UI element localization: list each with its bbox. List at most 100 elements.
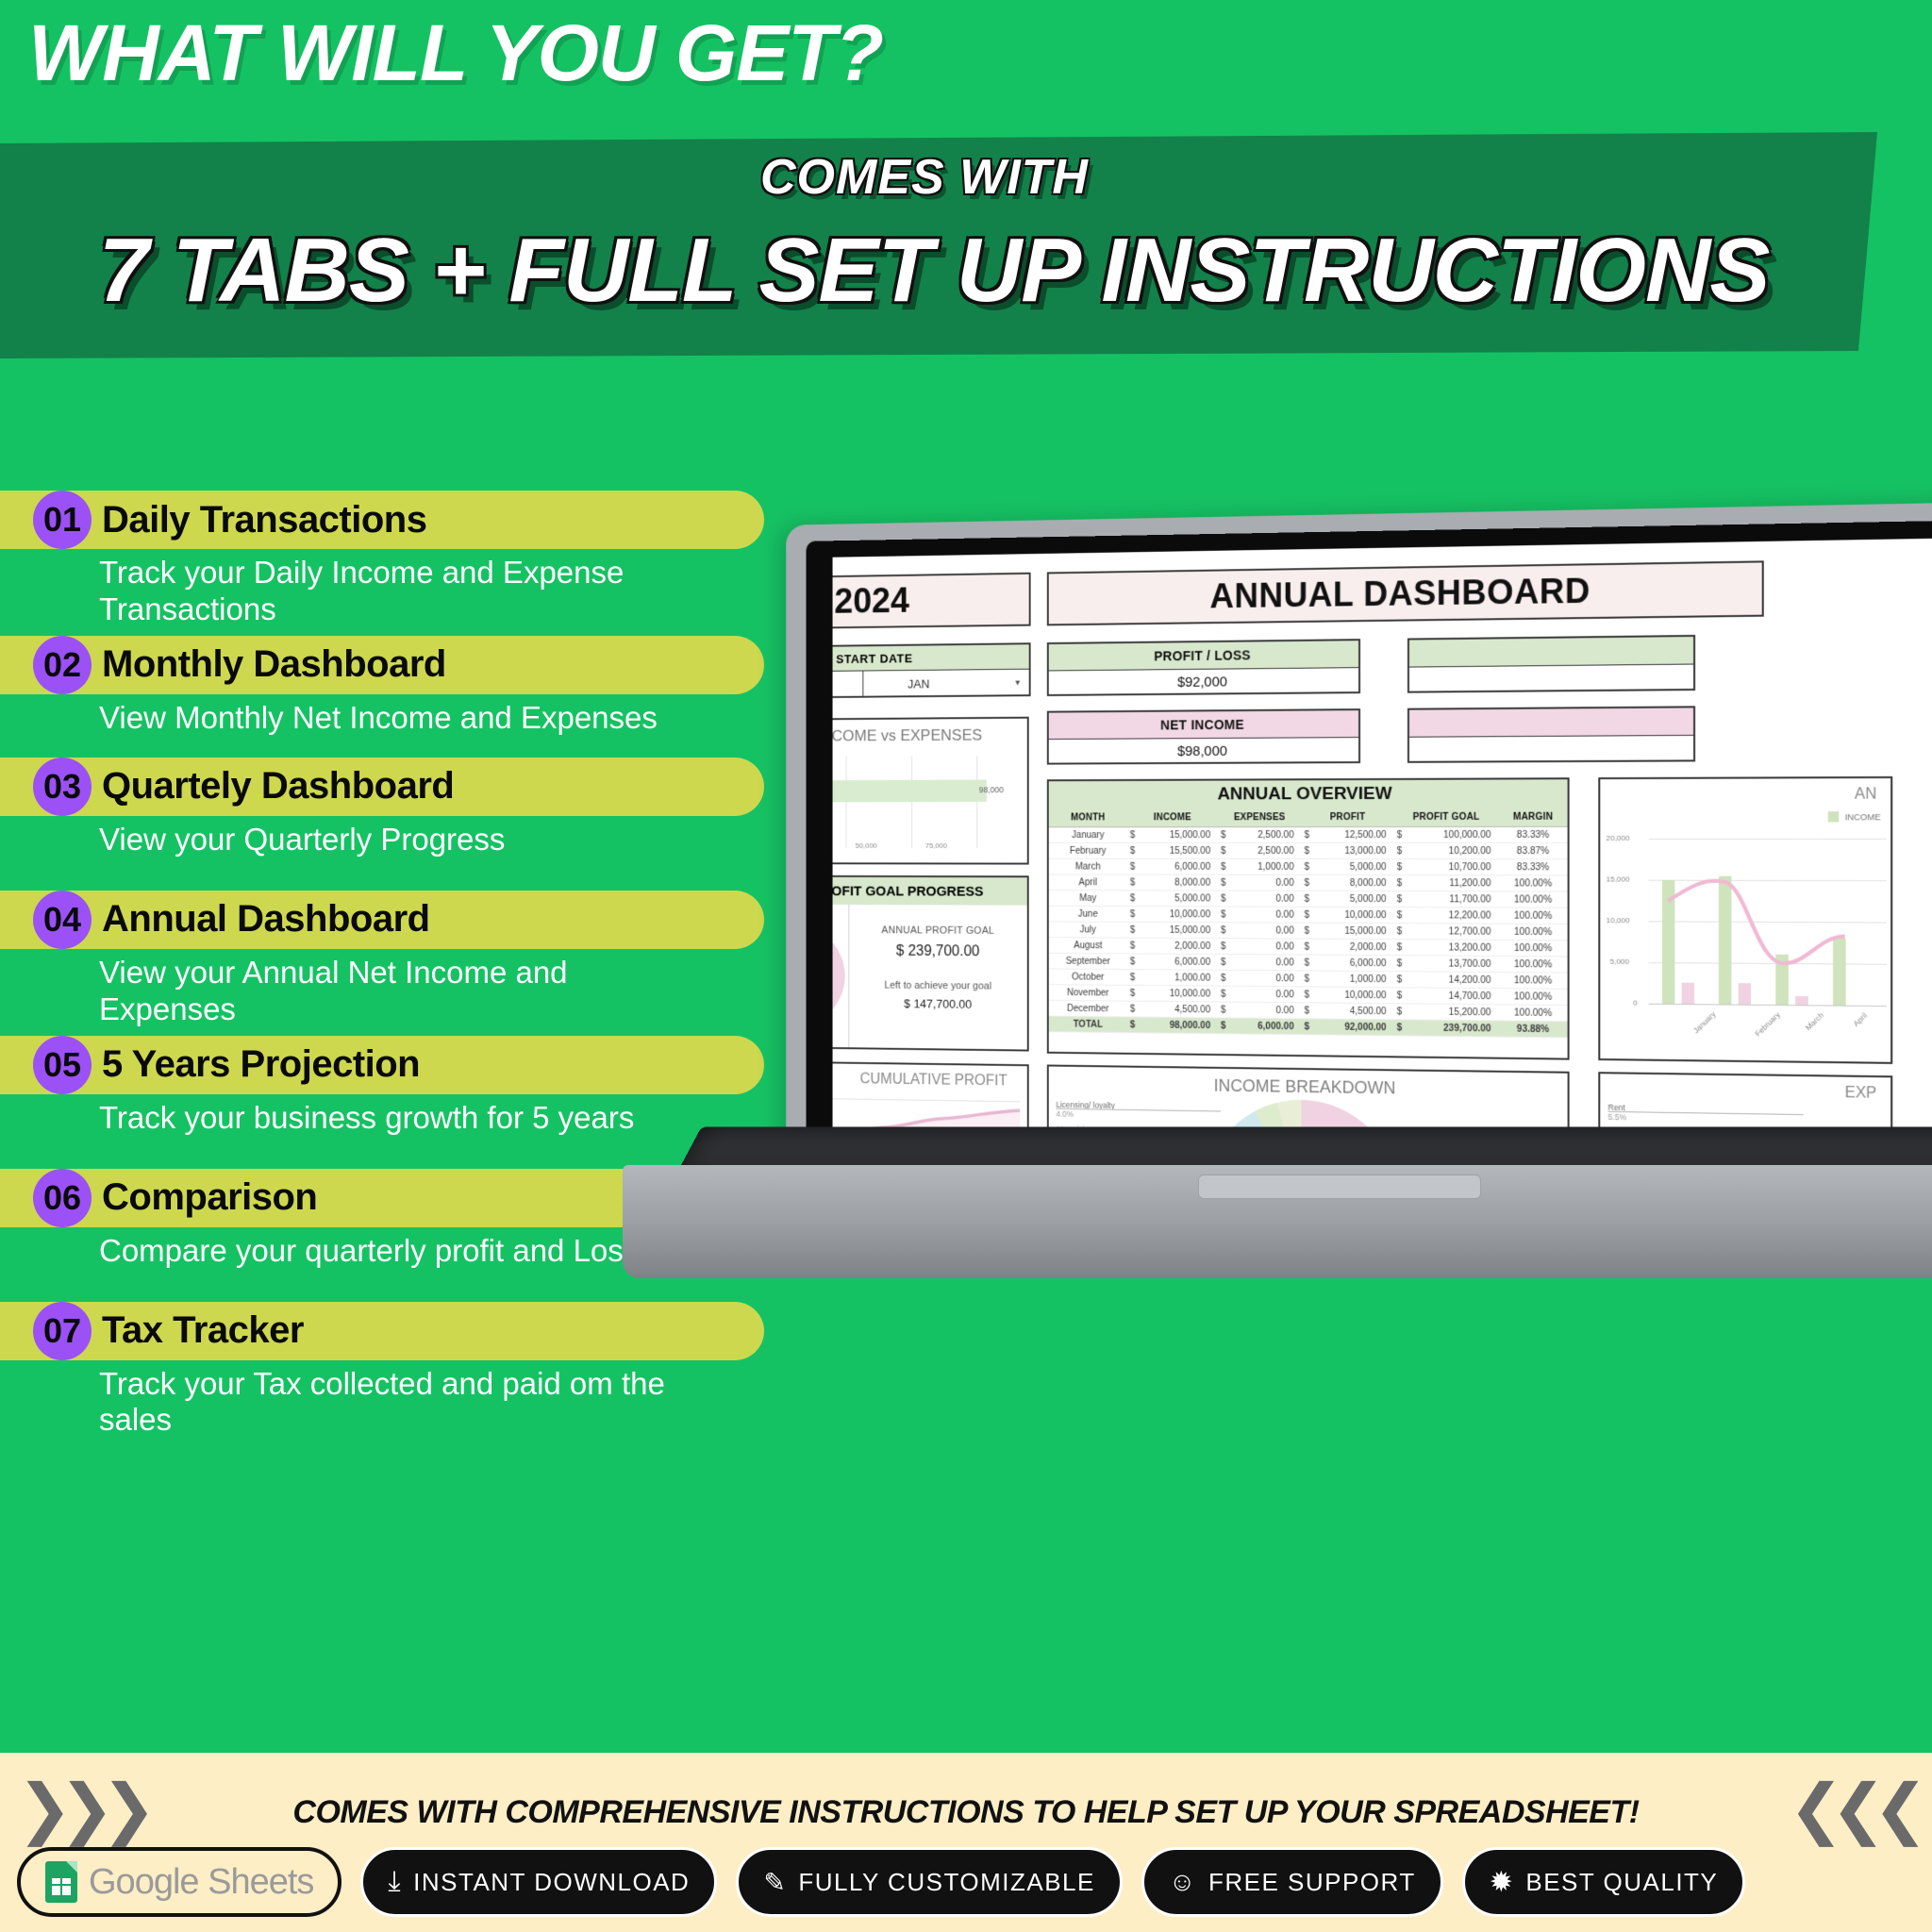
cell-currency: $ <box>1126 826 1139 843</box>
y-tick-label: 10,000 <box>1606 916 1630 925</box>
cell-currency: $ <box>1301 1002 1312 1019</box>
cell-value: 14,700.00 <box>1405 987 1499 1005</box>
cell-value: 10,700.00 <box>1405 858 1499 875</box>
cell-currency: $ <box>1218 874 1229 891</box>
x-tick-label: February <box>1753 1010 1782 1039</box>
x-tick-label: March <box>1804 1010 1826 1033</box>
footer-text-pre: COMES WITH <box>292 1794 506 1830</box>
cell-value: 4,500.00 <box>1311 1002 1394 1020</box>
feature-description: Track your Daily Income and Expense Tran… <box>99 555 625 626</box>
cell-month: TOTAL <box>1048 1016 1127 1033</box>
badge-label: BEST QUALITY <box>1525 1867 1719 1896</box>
cell-month: November <box>1048 984 1127 1002</box>
footer-badge-row: Google Sheets ⤓ INSTANT DOWNLOAD ✎ FULLY… <box>0 1847 1932 1917</box>
cell-month: December <box>1048 1000 1127 1017</box>
cell-currency: $ <box>1393 874 1406 891</box>
feature-description: Track your Tax collected and paid om the… <box>99 1365 665 1438</box>
cell-value: 239,700.00 <box>1405 1019 1499 1038</box>
badge-instant-download[interactable]: ⤓ INSTANT DOWNLOAD <box>360 1847 718 1917</box>
badge-fully-customizable[interactable]: ✎ FULLY CUSTOMIZABLE <box>736 1847 1123 1917</box>
cell-currency: $ <box>1393 826 1406 843</box>
x-tick-label: April <box>1851 1010 1870 1029</box>
support-icon: ☺ <box>1168 1867 1197 1896</box>
feature-pill: 02 Monthly Dashboard <box>0 635 764 694</box>
annual-overview-title: ANNUAL OVERVIEW <box>1217 783 1392 805</box>
cell-margin: 100.00% <box>1498 874 1568 892</box>
profit-goal-progress-header: PROFIT GOAL PROGRESS <box>832 876 1027 906</box>
cell-value: 13,000.00 <box>1311 842 1394 859</box>
cell-currency: $ <box>1393 1019 1406 1036</box>
col-profit: PROFIT <box>1301 808 1394 827</box>
cell-value: 2,500.00 <box>1228 826 1302 843</box>
cell-value: 14,200.00 <box>1405 971 1499 989</box>
start-date-cell[interactable]: START DATE JAN ▾ <box>832 642 1031 699</box>
annual-profit-goal-value: $ 239,700.00 <box>895 942 980 960</box>
feature-label: Daily Transactions <box>102 498 427 541</box>
cell-currency: $ <box>1218 922 1229 939</box>
cell-value: 12,500.00 <box>1311 826 1394 843</box>
cell-currency: $ <box>1301 842 1312 859</box>
cell-currency: $ <box>1301 923 1312 940</box>
cell-currency: $ <box>1126 842 1139 859</box>
badge-best-quality[interactable]: ✹ BEST QUALITY <box>1461 1847 1746 1917</box>
feature-pill: 01 Daily Transactions <box>0 491 764 549</box>
cell-currency: $ <box>1393 987 1406 1004</box>
cell-margin: 100.00% <box>1498 908 1568 924</box>
cell-value: 5,000.00 <box>1311 858 1394 875</box>
feature-pill: 03 Quartely Dashboard <box>0 757 764 816</box>
cell-value: 15,200.00 <box>1405 1003 1499 1021</box>
cell-currency: $ <box>1393 971 1406 988</box>
cell-value: 13,200.00 <box>1405 939 1499 957</box>
x-tick-label: January <box>1691 1009 1718 1036</box>
cell-value: 2,500.00 <box>1228 842 1302 859</box>
cell-margin: 100.00% <box>1498 891 1568 908</box>
legend-label-income: INCOME <box>1844 811 1881 822</box>
banner-headline: 7 TABS + FULL SET UP INSTRUCTIONS <box>98 220 1771 321</box>
leader-line <box>1607 1110 1804 1116</box>
y-tick-label: 0 <box>1633 998 1638 1008</box>
cell-value: 10,000.00 <box>1138 985 1219 1002</box>
feature-pill: 07 Tax Tracker <box>0 1301 764 1360</box>
cell-currency: $ <box>1301 986 1312 1003</box>
feature-item-02[interactable]: 02 Monthly Dashboard View Monthly Net In… <box>0 635 783 737</box>
cell-value: 0.00 <box>1228 906 1302 924</box>
cell-currency: $ <box>1126 922 1139 939</box>
badge-google-sheets[interactable]: Google Sheets <box>17 1847 342 1917</box>
cell-margin: 100.00% <box>1498 972 1568 990</box>
footer-tagline: COMES WITH COMPREHENSIVE INSTRUCTIONS TO… <box>0 1794 1932 1831</box>
cell-margin: 83.33% <box>1498 826 1568 843</box>
cell-month: January <box>1048 826 1127 843</box>
feature-item-07[interactable]: 07 Tax Tracker Track your Tax collected … <box>0 1301 783 1440</box>
feature-item-01[interactable]: 01 Daily Transactions Track your Daily I… <box>0 491 783 628</box>
col-expenses: EXPENSES <box>1218 808 1302 827</box>
net-income-label: NET INCOME <box>1160 716 1244 733</box>
pie-label-pct: 5.5% <box>1607 1111 1627 1123</box>
sheets-icon <box>45 1861 77 1903</box>
cell-value: 12,700.00 <box>1405 923 1499 941</box>
bar-chart-title: AN <box>1854 786 1877 803</box>
cell-month: May <box>1048 890 1127 907</box>
feature-item-04[interactable]: 04 Annual Dashboard View your Annual Net… <box>0 890 783 1028</box>
year-value: 2024 <box>834 581 909 622</box>
cell-currency: $ <box>1126 1016 1139 1033</box>
laptop-trackpad <box>1198 1174 1481 1199</box>
hero-section: WHAT WILL YOU GET? COMES WITH 7 TABS + F… <box>0 0 1932 377</box>
cell-value: 1,000.00 <box>1311 971 1394 988</box>
start-date-label: START DATE <box>836 651 913 666</box>
kpi-header <box>1408 708 1694 737</box>
net-income-value-row: $98,000 <box>1048 737 1359 765</box>
cell-value: 0.00 <box>1228 986 1302 1003</box>
kpi-header <box>1408 636 1694 667</box>
footer-text-post: TO HELP SET UP YOUR SPREADSHEET! <box>1024 1794 1640 1830</box>
dashboard-title: ANNUAL DASHBOARD <box>1209 571 1591 616</box>
badge-free-support[interactable]: ☺ FREE SUPPORT <box>1141 1847 1443 1917</box>
feature-item-05[interactable]: 05 5 Years Projection Track your busines… <box>0 1035 783 1137</box>
cell-value: 0.00 <box>1228 970 1302 987</box>
cell-value: 12,200.00 <box>1405 907 1499 924</box>
cell-value: 15,000.00 <box>1138 826 1219 843</box>
feature-item-03[interactable]: 03 Quartely Dashboard View your Quarterl… <box>0 757 783 858</box>
feature-description: Track your business growth for 5 years <box>99 1099 635 1135</box>
cell-value: 2,000.00 <box>1311 939 1394 956</box>
cell-currency: $ <box>1393 907 1406 924</box>
cell-value: 11,700.00 <box>1405 891 1499 908</box>
